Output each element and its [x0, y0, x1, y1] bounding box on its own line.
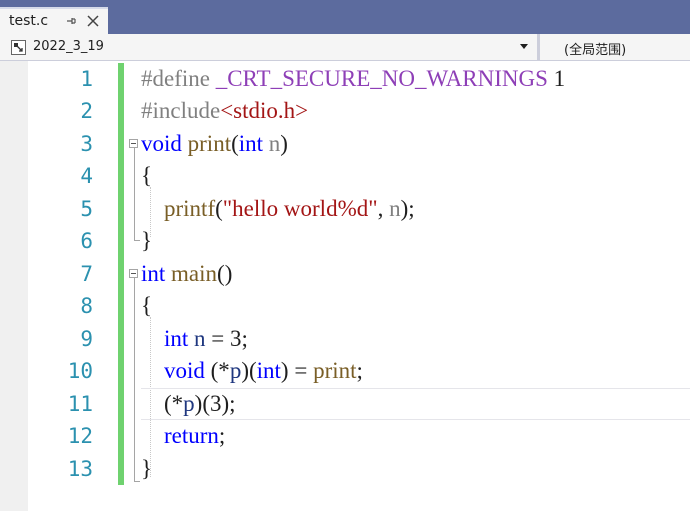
line-number: 4 [80, 164, 93, 188]
line-number: 6 [80, 229, 93, 253]
close-icon[interactable] [86, 14, 100, 28]
code-editor[interactable]: 1 #define _CRT_SECURE_NO_WARNINGS 1 2 #i… [0, 61, 690, 511]
macro-value: 1 [553, 66, 566, 91]
scope-dropdown[interactable]: (全局范围) [540, 34, 690, 60]
keyword: int [238, 131, 264, 156]
keyword: int [256, 358, 281, 383]
punctuation: )( [241, 358, 257, 383]
line-number: 13 [67, 457, 93, 481]
project-dropdown[interactable]: 2022_3_19 [0, 34, 536, 60]
variable: p [229, 358, 242, 383]
code-line: 3 void print(int n) [0, 128, 690, 160]
keyword: return [164, 423, 219, 448]
punctuation: ) [280, 131, 288, 156]
preprocessor-directive: #define [141, 66, 210, 91]
code-line-current: 11 (*p)(3); [0, 388, 690, 420]
punctuation: () [217, 261, 233, 286]
keyword: void [164, 358, 205, 383]
parameter: n [268, 131, 281, 156]
punctuation: , [377, 196, 390, 221]
punctuation: ); [400, 196, 415, 221]
function-name: print [313, 358, 357, 383]
line-number: 12 [67, 424, 93, 448]
brace: { [141, 293, 153, 318]
line-number: 10 [67, 359, 93, 383]
variable: n [194, 326, 206, 351]
expression: = 3; [205, 326, 248, 351]
function-name: main [171, 261, 218, 286]
project-name: 2022_3_19 [33, 39, 104, 54]
include-header: <stdio.h> [220, 98, 309, 123]
line-number: 11 [67, 392, 93, 416]
function-name: print [187, 131, 232, 156]
scope-label: (全局范围) [564, 43, 627, 58]
code-line: 6 } [0, 225, 690, 257]
keyword: void [141, 131, 182, 156]
pin-icon[interactable] [64, 14, 78, 28]
keyword: int [164, 326, 189, 351]
brace: } [141, 228, 153, 253]
document-tab-strip: test.c [0, 0, 690, 34]
brace: { [141, 163, 153, 188]
code-line: 1 #define _CRT_SECURE_NO_WARNINGS 1 [0, 63, 690, 95]
tab-test-c[interactable]: test.c [0, 7, 108, 34]
punctuation: ; [356, 358, 363, 383]
code-line: 7 int main() [0, 258, 690, 290]
code-line: 2 #include<stdio.h> [0, 95, 690, 127]
preprocessor-directive: #include [141, 98, 221, 123]
keyword: int [141, 261, 166, 286]
line-number: 8 [80, 294, 93, 318]
punctuation: (* [204, 358, 230, 383]
line-number: 2 [80, 99, 93, 123]
parameter: n [389, 196, 401, 221]
code-line: 5 printf("hello world%d", n); [0, 193, 690, 225]
line-number: 9 [80, 327, 93, 351]
code-line: 9 int n = 3; [0, 323, 690, 355]
string-literal: "hello world%d" [222, 196, 378, 221]
function-call: printf [164, 196, 216, 221]
navigation-bar: 2022_3_19 (全局范围) [0, 34, 690, 61]
punctuation: ( [231, 131, 239, 156]
line-number: 3 [80, 132, 93, 156]
code-line: 13 } [0, 453, 690, 485]
brace: } [141, 456, 153, 481]
punctuation: ( [215, 196, 223, 221]
line-number: 7 [80, 262, 93, 286]
code-line: 8 { [0, 290, 690, 322]
tab-title: test.c [9, 13, 49, 29]
project-icon [11, 40, 26, 55]
punctuation: )(3); [194, 391, 236, 416]
punctuation: ) = [280, 358, 314, 383]
macro-name: _CRT_SECURE_NO_WARNINGS [215, 66, 548, 91]
punctuation: (* [164, 391, 184, 416]
punctuation: ; [218, 423, 226, 448]
code-line: 4 { [0, 160, 690, 192]
code-line: 10 void (*p)(int) = print; [0, 355, 690, 387]
chevron-down-icon[interactable] [519, 44, 529, 50]
line-number: 5 [80, 197, 93, 221]
code-line: 12 return; [0, 420, 690, 452]
variable: p [183, 391, 195, 416]
line-number: 1 [80, 67, 93, 91]
